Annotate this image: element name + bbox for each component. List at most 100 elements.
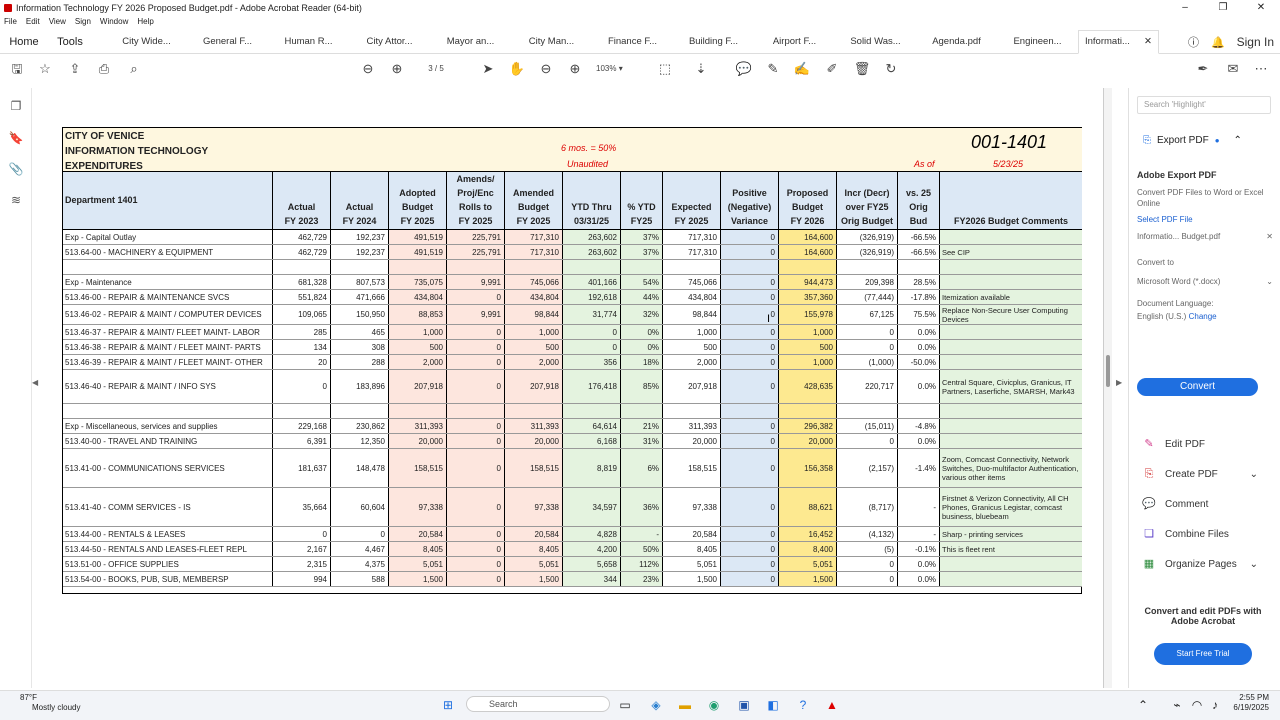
remove-file-icon[interactable]: ✕ (1266, 232, 1273, 241)
more-tools-icon[interactable]: ⋯ (1252, 60, 1270, 78)
convert-format-dropdown[interactable]: Microsoft Word (*.docx) ⌄ (1137, 277, 1273, 286)
tab-document-7[interactable]: Building F... (673, 36, 754, 47)
network-icon[interactable]: ⌁ (1170, 698, 1184, 712)
row-value: (2,157) (836, 449, 897, 487)
row-value: 500 (504, 340, 562, 354)
select-pdf-link[interactable]: Select PDF File (1137, 215, 1273, 224)
menu-sign[interactable]: Sign (75, 16, 91, 28)
upload-icon[interactable]: ⇪ (66, 60, 84, 78)
system-clock[interactable]: 2:55 PM 6/19/2025 (1225, 693, 1269, 713)
previous-page-icon[interactable]: ⊖ (359, 60, 377, 78)
delete-icon[interactable]: 🗑 (853, 60, 871, 78)
tool-label: Combine Files (1165, 528, 1229, 540)
change-lang-link[interactable]: Change (1189, 312, 1217, 321)
menu-help[interactable]: Help (137, 16, 153, 28)
wifi-icon[interactable]: ◠ (1190, 698, 1204, 712)
collapse-left-panel-icon[interactable]: ◀ (32, 378, 38, 387)
tool-comment[interactable]: 💬 Comment (1142, 497, 1272, 511)
close-window-button[interactable]: ✕ (1242, 0, 1280, 16)
app-icon[interactable]: ◧ (766, 698, 780, 712)
attachments-icon[interactable]: 📎 (8, 161, 24, 177)
tab-document-8[interactable]: Airport F... (754, 36, 835, 47)
find-icon[interactable]: ⌕ (125, 60, 143, 78)
tab-document-10[interactable]: Agenda.pdf (916, 36, 997, 47)
zoom-out-icon[interactable]: ⊖ (537, 60, 555, 78)
file-explorer-icon[interactable]: ▬ (678, 698, 692, 712)
menu-view[interactable]: View (49, 16, 66, 28)
tool-label: Edit PDF (1165, 438, 1206, 450)
tool-create-pdf[interactable]: ⎘ Create PDF ⌄ (1142, 467, 1272, 481)
expand-chevron-icon[interactable]: ⌄ (1250, 559, 1258, 570)
zoom-in-icon[interactable]: ⊕ (566, 60, 584, 78)
menu-edit[interactable]: Edit (26, 16, 40, 28)
acrobat-taskbar-icon[interactable]: ▲ (825, 698, 839, 712)
teams-icon[interactable]: ◈ (649, 698, 663, 712)
close-tab-icon[interactable]: ✕ (1144, 31, 1152, 53)
start-menu-icon[interactable]: ⊞ (441, 698, 455, 712)
next-page-icon[interactable]: ⊕ (388, 60, 406, 78)
line-item-row: 513.54-00 - BOOKS, PUB, SUB, MEMBERSP 994… (63, 572, 1082, 587)
vertical-scrollbar[interactable] (1104, 88, 1112, 688)
highlight-tool-icon[interactable]: ✎ (764, 60, 782, 78)
store-icon[interactable]: ▣ (737, 698, 751, 712)
select-tool-icon[interactable]: ➤ (479, 60, 497, 78)
notifications-icon[interactable]: 🔔 (1211, 36, 1225, 49)
weather-widget[interactable]: 87°F Mostly cloudy (8, 693, 80, 713)
tray-chevron-icon[interactable]: ⌃ (1136, 698, 1150, 712)
taskbar-search[interactable]: Search (466, 696, 610, 712)
export-pdf-header[interactable]: ⎘ Export PDF ● ⌃ (1143, 135, 1242, 146)
collapse-chevron-icon[interactable]: ⌃ (1234, 135, 1242, 146)
tool-combine-files[interactable]: ❏ Combine Files (1142, 527, 1272, 541)
tab-document-5[interactable]: City Man... (511, 36, 592, 47)
tab-document-0[interactable]: City Wide... (106, 36, 187, 47)
tool-organize-pages[interactable]: ▦ Organize Pages ⌄ (1142, 557, 1272, 571)
convert-button[interactable]: Convert (1137, 378, 1258, 396)
tab-document-6[interactable]: Finance F... (592, 36, 673, 47)
draw-tool-icon[interactable]: ✍ (793, 60, 811, 78)
print-icon[interactable]: ⎙ (95, 60, 113, 78)
task-view-icon[interactable]: ▭ (618, 698, 632, 712)
menu-file[interactable]: File (4, 16, 17, 28)
tab-home[interactable]: Home (0, 36, 48, 48)
email-icon[interactable]: ✉ (1224, 60, 1242, 78)
menu-window[interactable]: Window (100, 16, 128, 28)
tab-document-1[interactable]: General F... (187, 36, 268, 47)
help-icon[interactable]: ⓘ (1188, 34, 1199, 50)
tab-document-3[interactable]: City Attor... (349, 36, 430, 47)
scroll-mode-icon[interactable]: ⇣ (692, 60, 710, 78)
page-indicator[interactable]: 3 / 5 (414, 61, 458, 76)
row-value: 23% (620, 572, 662, 586)
layers-icon[interactable]: ≋ (8, 192, 24, 208)
scrollbar-thumb[interactable] (1106, 355, 1110, 387)
tab-document-11[interactable]: Engineen... (997, 36, 1078, 47)
bookmarks-icon[interactable]: 🔖 (8, 130, 24, 146)
bookmark-star-icon[interactable]: ☆ (36, 60, 54, 78)
tab-document-4[interactable]: Mayor an... (430, 36, 511, 47)
minimize-button[interactable]: – (1166, 0, 1204, 16)
fit-page-icon[interactable]: ⬚ (654, 60, 676, 78)
row-value: 229,168 (272, 419, 330, 433)
expand-chevron-icon[interactable]: ⌄ (1250, 469, 1258, 480)
volume-icon[interactable]: ♪ (1208, 698, 1222, 712)
save-icon[interactable]: 🖫 (8, 60, 26, 78)
edit-text-icon[interactable]: ✐ (823, 60, 841, 78)
tool-edit-pdf[interactable]: ✎ Edit PDF (1142, 437, 1272, 451)
edit-sign-icon[interactable]: ✒ (1194, 60, 1212, 78)
maximize-button[interactable]: ❐ (1204, 0, 1242, 16)
expand-right-panel-icon[interactable]: ▶ (1116, 378, 1122, 387)
rotate-icon[interactable]: ↻ (882, 60, 900, 78)
page-thumbnails-icon[interactable]: ❐ (8, 98, 24, 114)
tab-document-2[interactable]: Human R... (268, 36, 349, 47)
comment-tool-icon[interactable]: 💬 (735, 60, 753, 78)
zoom-level-dropdown[interactable]: 103% ▾ (596, 61, 642, 76)
start-free-trial-button[interactable]: Start Free Trial (1154, 643, 1252, 665)
tools-search-input[interactable]: Search 'Highlight' (1137, 96, 1271, 114)
page-current[interactable]: 3 (428, 64, 432, 73)
tab-active-document[interactable]: Informati... ✕ (1078, 29, 1159, 54)
tab-document-9[interactable]: Solid Was... (835, 36, 916, 47)
sign-in-link[interactable]: Sign In (1237, 35, 1274, 49)
hand-tool-icon[interactable]: ✋ (508, 60, 526, 78)
edge-browser-icon[interactable]: ◉ (707, 698, 721, 712)
help-app-icon[interactable]: ? (796, 698, 810, 712)
tab-tools[interactable]: Tools (48, 36, 92, 48)
